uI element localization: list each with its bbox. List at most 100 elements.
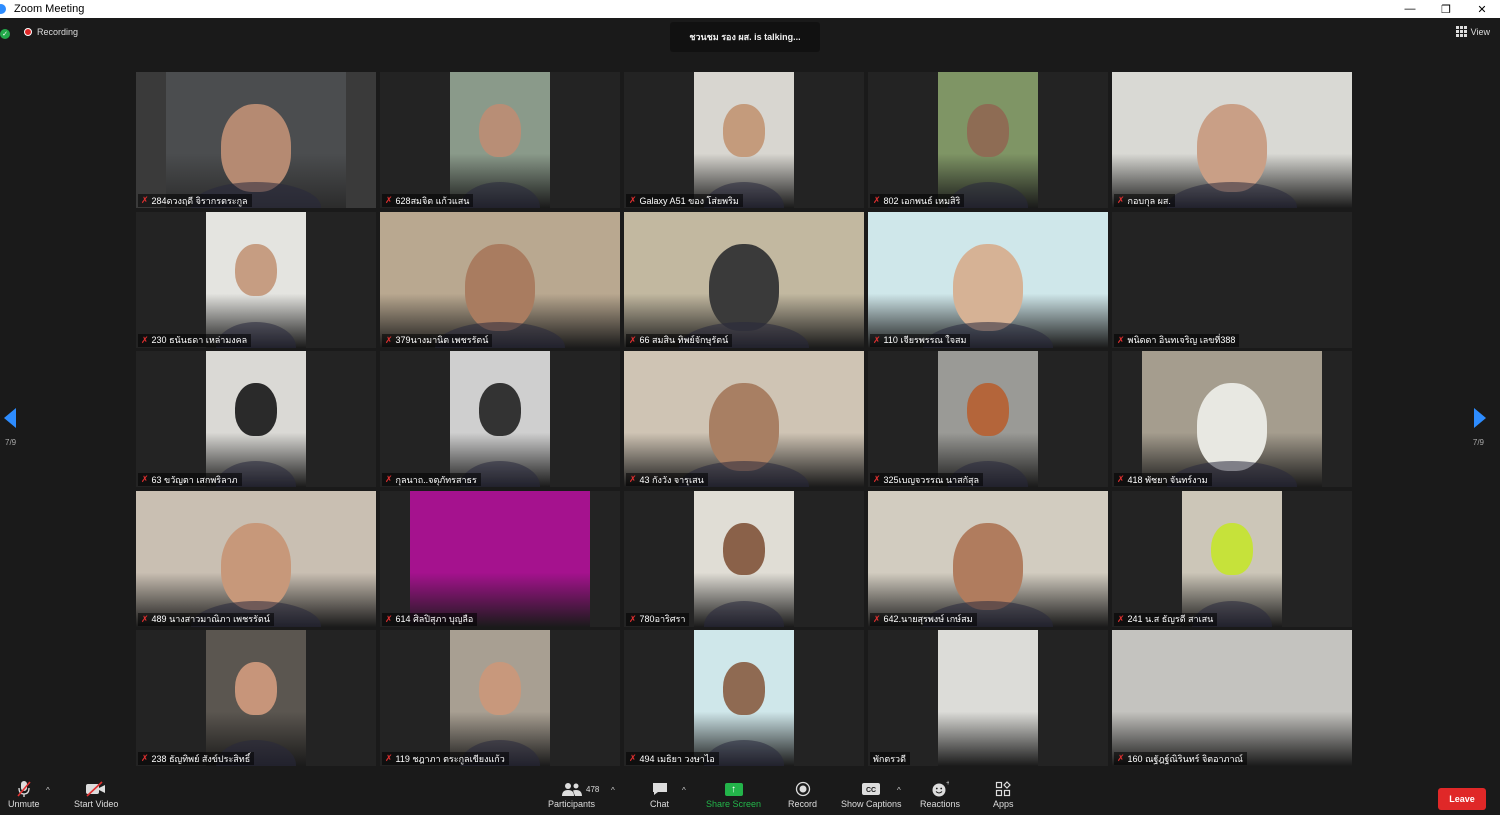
participant-name: 379นางมานิต เพชรรัตน์ [395,335,489,345]
participant-tile[interactable]: ✗ 238 ธัญทิพย์ สังข์ประสิทธิ์ [136,630,376,766]
participant-video [450,630,550,766]
participant-name: 241 น.ส ธัญรดี สาเสน [1127,614,1214,624]
microphone-muted-icon: ✗ [629,474,637,484]
start-video-button[interactable]: Start Video [74,780,118,809]
participant-tile[interactable]: ✗ 325เบญจวรรณ นาสกัสุล [868,351,1108,487]
grid-view-icon [1455,26,1467,37]
microphone-muted-icon: ✗ [141,334,149,345]
participant-video [624,211,864,348]
participant-silhouette [479,104,521,157]
participant-silhouette [221,104,291,192]
participant-silhouette [1211,522,1253,575]
unmute-label: Unmute [8,799,40,809]
participants-caret-icon[interactable]: ^ [611,786,615,795]
participant-tile[interactable]: ✗ 284ดวงฤดี จิรากรตระกูล [136,72,376,208]
participant-tile[interactable]: ✗ 241 น.ส ธัญรดี สาเสน [1112,490,1352,627]
participant-tile[interactable]: ✗ 379นางมานิต เพชรรัตน์ [380,211,620,348]
close-button[interactable]: ✕ [1464,0,1500,18]
chat-button[interactable]: Chat [650,780,669,809]
participant-silhouette [235,243,277,296]
participant-shoulders [1167,182,1297,208]
participant-tile[interactable]: ✗ 63 ขวัญตา เสกพริลาภ [136,351,376,487]
participant-video [938,630,1038,766]
participant-tile[interactable]: ✗ กุลนาถ..จตุภัทรสาธร [380,351,620,487]
participant-name: Galaxy A51 ของ โส่ยพริม [639,195,739,206]
participant-tile[interactable]: ✗ 160 ณฐัฎฐ์ณิรินทร์ จิตอาภาณ์ [1112,630,1352,766]
record-icon [795,780,811,798]
participant-tile[interactable]: ✗ Galaxy A51 ของ โส่ยพริม [624,72,864,208]
participant-tile[interactable]: ✗ 642.นายสุรพงษ์ เกษ์สม [868,490,1108,627]
participant-tile[interactable]: ✗ 43 กังวัง จารุเสน [624,351,864,487]
participant-tile[interactable]: ✗ 418 พัชยา จันทร์งาม [1112,351,1352,487]
microphone-muted-icon: ✗ [141,753,149,763]
minimize-button[interactable]: — [1392,0,1428,18]
participants-count: 478 [586,785,600,794]
participant-name-bar: ✗ 230 ธนันธดา เหล่ามงคล [138,333,252,347]
participant-tile[interactable]: ✗ 614 ศิลปิสุภา บุญลือ [380,490,620,627]
apps-button[interactable]: Apps [993,780,1014,809]
recording-dot-icon [24,28,32,36]
restore-button[interactable]: ❐ [1428,0,1464,18]
audio-options-caret-icon[interactable]: ^ [46,786,50,795]
participant-silhouette [465,243,535,331]
participant-silhouette [1197,383,1267,471]
page-indicator-right: 7/9 [1472,438,1484,447]
unmute-button[interactable]: Unmute [8,780,40,809]
participant-tile[interactable]: ✗ พนิดดา อินทเจริญ เลขที่388 [1112,211,1352,348]
participant-silhouette [235,383,277,436]
microphone-muted-icon: ✗ [1117,753,1125,763]
participant-tile[interactable]: ✗ 489 นางสาวมาณิภา เพชรรัตน์ [136,490,376,627]
microphone-muted-icon: ✗ [385,195,393,205]
captions-caret-icon[interactable]: ^ [897,786,901,795]
leave-button[interactable]: Leave [1438,788,1486,810]
previous-page-arrow-icon[interactable] [4,408,16,428]
window-titlebar: Zoom Meeting — ❐ ✕ [0,0,1500,18]
participant-name: 642.นายสุรพงษ์ เกษ์สม [883,614,973,624]
participant-video [206,351,306,487]
participant-video [868,490,1108,627]
participant-name: 325เบญจวรรณ นาสกัสุล [883,474,980,485]
next-page-arrow-icon[interactable] [1474,408,1486,428]
view-label: View [1470,26,1490,37]
view-button[interactable]: View [1455,26,1490,37]
participant-video [166,72,346,208]
meeting-toolbar: Unmute ^ Start Video Participants 478 ^ … [0,776,1500,815]
participant-tile[interactable]: ✗ 119 ชฎาภา ตระกูลเขียงแก้ว [380,630,620,766]
participant-name-bar: ✗ กุลนาถ..จตุภัทรสาธร [382,473,481,486]
participant-video [694,490,794,627]
recording-indicator[interactable]: Recording [24,27,78,37]
microphone-muted-icon: ✗ [385,753,393,763]
participant-video [694,72,794,208]
shield-check-icon[interactable]: ✓ [0,29,10,39]
record-button[interactable]: Record [788,780,817,809]
participant-tile[interactable]: ✗ 230 ธนันธดา เหล่ามงคล [136,211,376,348]
participant-silhouette [953,243,1023,331]
microphone-muted-icon: ✗ [385,613,393,624]
microphone-muted-icon: ✗ [629,334,637,345]
participant-tile[interactable]: ✗ 66 สมสิน ทิพย์จักษุรัตน์ [624,211,864,348]
participant-name: 238 ธัญทิพย์ สังข์ประสิทธิ์ [151,753,251,764]
participant-video [450,72,550,208]
participant-tile[interactable]: ✗ 802 เอกพนธ์ เหมสิริ [868,72,1108,208]
reactions-button[interactable]: + Reactions [920,780,960,809]
participant-name-bar: ✗ 241 น.ส ธัญรดี สาเสน [1114,612,1218,626]
participant-shoulders [704,600,784,627]
participant-name: 284ดวงฤดี จิรากรตระกูล [151,195,248,206]
participant-tile[interactable]: ✗ 110 เจียรพรรณ ใจสม [868,211,1108,348]
show-captions-button[interactable]: CC Show Captions [841,780,902,809]
participant-name-bar: ✗ 238 ธัญทิพย์ สังข์ประสิทธิ์ [138,752,255,765]
participant-tile[interactable]: ✗ 780อาริศรา [624,490,864,627]
svg-text:CC: CC [866,787,876,794]
microphone-muted-icon [16,780,32,798]
share-screen-button[interactable]: ↑ Share Screen [706,780,761,809]
participant-name-bar: ✗ 628สมจิต แก้วแสน [382,194,474,207]
participant-tile[interactable]: ✗ 494 เมธิยา วงษาไอ [624,630,864,766]
participant-name: 780อาริศรา [639,614,686,624]
participant-tile[interactable]: ✗ กอบกุล ผส. [1112,72,1352,208]
participant-name-bar: ✗ 489 นางสาวมาณิภา เพชรรัตน์ [138,612,274,626]
chat-caret-icon[interactable]: ^ [682,786,686,795]
share-screen-icon: ↑ [724,780,743,798]
participant-name: กอบกุล ผส. [1127,195,1171,206]
participant-tile[interactable]: พักตรวดี [868,630,1108,766]
participant-tile[interactable]: ✗ 628สมจิต แก้วแสน [380,72,620,208]
